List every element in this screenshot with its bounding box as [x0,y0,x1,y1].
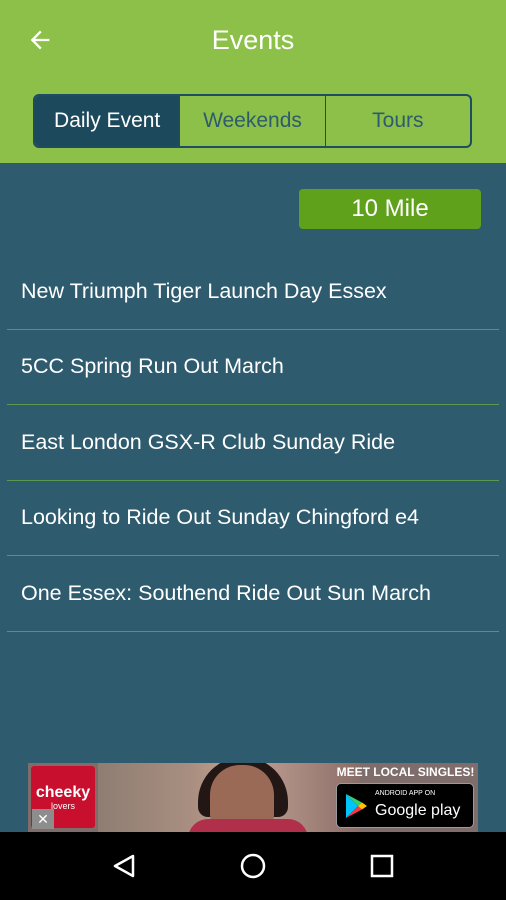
ad-photo [98,763,360,832]
app-bar: Events Daily Event Weekends Tours [0,0,506,163]
page-title: Events [211,25,295,55]
badge-store-name: Google play [375,802,461,819]
event-list-item[interactable]: Looking to Ride Out Sunday Chingford e4 [7,481,499,556]
event-list-item[interactable]: One Essex: Southend Ride Out Sun March [7,556,499,632]
google-play-icon [346,794,367,818]
distance-filter-button[interactable]: 10 Mile [299,189,481,229]
ad-brand-name: cheeky [35,783,91,801]
ad-banner[interactable]: cheeky lovers ✕ MEET LOCAL SINGLES! ANDR… [28,763,478,832]
badge-top-text: ANDROID APP ON [375,790,436,797]
nav-home-button[interactable] [229,842,277,890]
nav-recents-icon [370,854,393,878]
close-icon[interactable]: ✕ [32,809,54,829]
nav-home-icon [240,853,266,879]
event-list-item[interactable]: New Triumph Tiger Launch Day Essex [7,254,499,330]
event-list-item[interactable]: 5CC Spring Run Out March [7,330,499,405]
nav-recents-button[interactable] [358,842,406,890]
ad-cta: MEET LOCAL SINGLES! ANDROID APP ON Googl… [330,763,478,832]
google-play-badge[interactable]: ANDROID APP ON Google play [336,783,474,828]
ad-headline: MEET LOCAL SINGLES! [336,765,475,779]
tab-weekends[interactable]: Weekends [180,96,326,146]
system-nav-bar [0,832,506,900]
ad-brand-sub: lovers [50,800,75,811]
nav-back-icon [114,854,135,878]
event-list-item[interactable]: East London GSX-R Club Sunday Ride [7,405,499,481]
tab-daily-event[interactable]: Daily Event [35,96,181,146]
nav-back-button[interactable] [100,842,148,890]
tab-tours[interactable]: Tours [326,96,470,146]
event-type-tabs: Daily Event Weekends Tours [33,94,472,148]
event-list: New Triumph Tiger Launch Day Essex 5CC S… [7,254,499,632]
